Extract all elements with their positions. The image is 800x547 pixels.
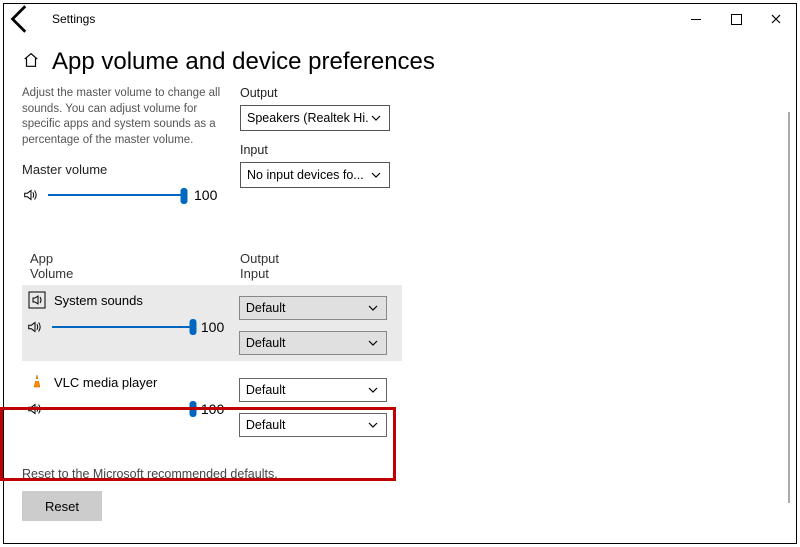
master-volume-slider[interactable]: [48, 185, 184, 205]
top-columns: Adjust the master volume to change all s…: [22, 86, 796, 205]
app-name: System sounds: [54, 293, 143, 308]
app-input-dropdown[interactable]: Default: [239, 331, 387, 355]
app-volume-slider[interactable]: [52, 399, 193, 419]
app-volume-slider[interactable]: [52, 317, 193, 337]
speaker-icon[interactable]: [22, 186, 44, 204]
speaker-icon[interactable]: [26, 400, 48, 418]
column-headers: App Volume Output Input: [22, 251, 796, 281]
app-output-dropdown[interactable]: Default: [239, 378, 387, 402]
scrollbar-track[interactable]: [788, 112, 790, 503]
chevron-down-icon: [369, 170, 383, 180]
maximize-button[interactable]: [716, 4, 756, 34]
chevron-down-icon: [366, 338, 380, 348]
col-input-label: Input: [240, 266, 279, 281]
app-input-value: Default: [246, 336, 366, 350]
app-name: VLC media player: [54, 375, 157, 390]
content-area: App volume and device preferences Adjust…: [4, 48, 796, 521]
window-controls: [676, 4, 796, 34]
titlebar: Settings: [4, 4, 796, 34]
app-volume-value: 100: [201, 319, 229, 335]
page-header: App volume and device preferences: [22, 48, 796, 76]
device-column: Output Speakers (Realtek Hi... Input No …: [240, 86, 400, 205]
window-title: Settings: [52, 12, 95, 26]
master-volume-value: 100: [194, 187, 222, 203]
output-value: Speakers (Realtek Hi...: [247, 111, 369, 125]
app-output-value: Default: [246, 383, 366, 397]
system-sounds-icon: [28, 291, 46, 309]
master-volume-label: Master volume: [22, 162, 222, 177]
close-button[interactable]: [756, 4, 796, 34]
col-volume-label: Volume: [30, 266, 240, 281]
app-row-vlc: VLC media player 100 Default: [22, 367, 402, 443]
chevron-down-icon: [366, 385, 380, 395]
col-output-label: Output: [240, 251, 279, 266]
minimize-button[interactable]: [676, 4, 716, 34]
vlc-icon: [28, 373, 46, 391]
output-dropdown[interactable]: Speakers (Realtek Hi...: [240, 105, 390, 131]
page-title: App volume and device preferences: [52, 48, 435, 76]
settings-window: Settings App volume and device preferenc…: [3, 3, 797, 544]
speaker-icon[interactable]: [26, 318, 48, 336]
app-row-system-sounds: System sounds 100 Default: [22, 285, 402, 361]
reset-section: Reset to the Microsoft recommended defau…: [22, 467, 796, 521]
app-volume-value: 100: [201, 401, 229, 417]
col-app-label: App: [30, 251, 240, 266]
description-text: Adjust the master volume to change all s…: [22, 86, 222, 148]
reset-description: Reset to the Microsoft recommended defau…: [22, 467, 796, 481]
reset-button[interactable]: Reset: [22, 491, 102, 521]
home-icon[interactable]: [22, 51, 40, 74]
app-input-value: Default: [246, 418, 366, 432]
master-volume-column: Adjust the master volume to change all s…: [22, 86, 240, 205]
master-volume-row: 100: [22, 185, 222, 205]
app-output-value: Default: [246, 301, 366, 315]
chevron-down-icon: [366, 303, 380, 313]
input-dropdown[interactable]: No input devices fo...: [240, 162, 390, 188]
app-input-dropdown[interactable]: Default: [239, 413, 387, 437]
chevron-down-icon: [369, 113, 383, 123]
input-value: No input devices fo...: [247, 168, 369, 182]
chevron-down-icon: [366, 420, 380, 430]
output-label: Output: [240, 86, 400, 100]
input-label: Input: [240, 143, 400, 157]
app-list-section: App Volume Output Input System sounds: [22, 251, 796, 443]
app-output-dropdown[interactable]: Default: [239, 296, 387, 320]
back-button[interactable]: [4, 4, 38, 34]
